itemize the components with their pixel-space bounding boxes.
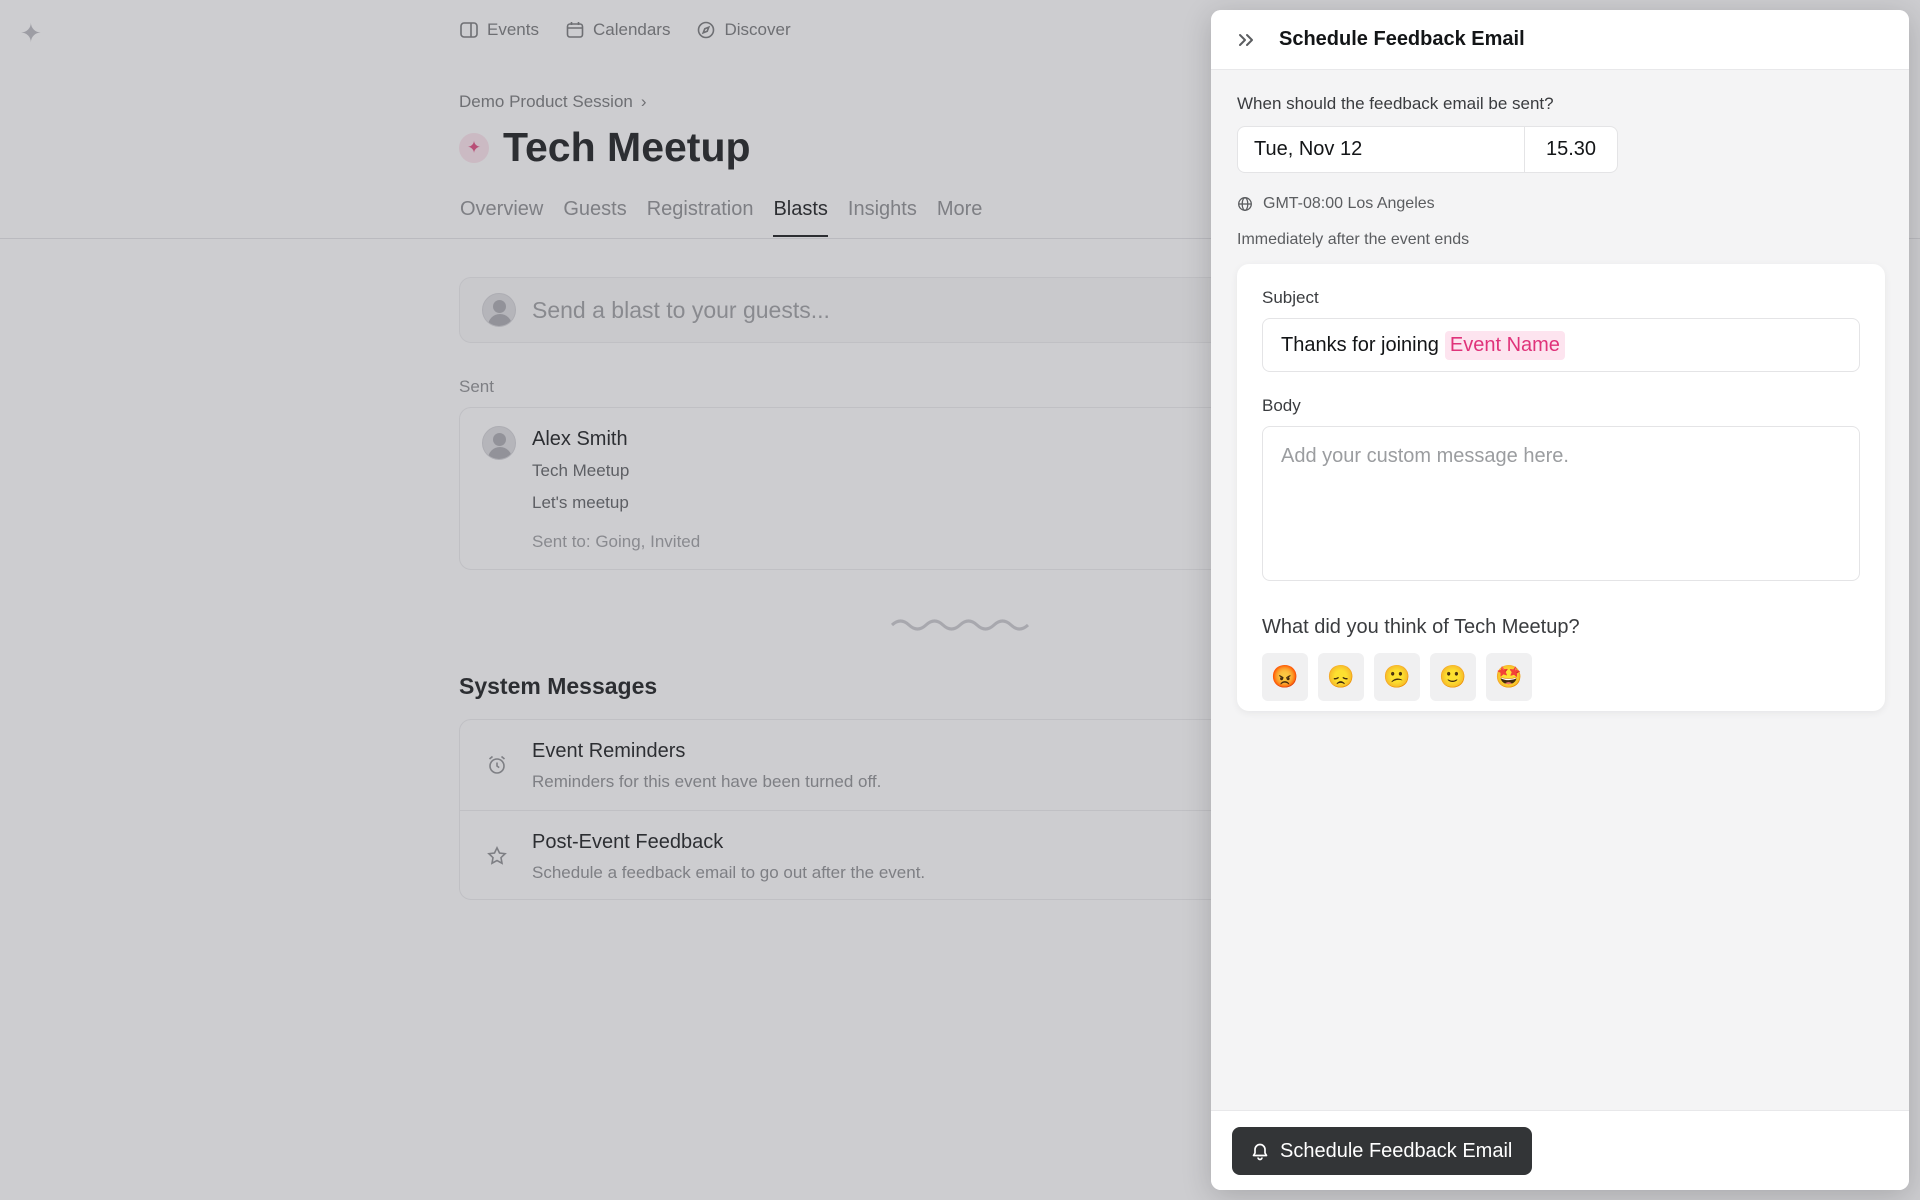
drawer-title: Schedule Feedback Email <box>1279 28 1525 50</box>
drawer-footer: Schedule Feedback Email <box>1211 1110 1909 1190</box>
body-textarea[interactable]: Add your custom message here. <box>1262 426 1860 581</box>
rating-smile-button[interactable]: 🙂 <box>1430 653 1476 701</box>
schedule-feedback-email-button[interactable]: Schedule Feedback Email <box>1232 1127 1533 1175</box>
send-datetime: Tue, Nov 12 15.30 <box>1237 126 1618 173</box>
send-timing-note: Immediately after the event ends <box>1237 231 1470 248</box>
send-time-label: When should the feedback email be sent? <box>1237 94 1554 113</box>
subject-text: Thanks for joining <box>1281 333 1439 356</box>
subject-label: Subject <box>1262 288 1319 307</box>
rating-angry-button[interactable]: 😡 <box>1262 653 1308 701</box>
globe-icon <box>1238 197 1252 211</box>
timezone-label: GMT-08:00 Los Angeles <box>1263 195 1435 212</box>
email-editor-card: Subject Thanks for joining Event Name Bo… <box>1237 264 1885 711</box>
subject-input[interactable]: Thanks for joining Event Name <box>1262 318 1860 372</box>
timezone-selector[interactable]: GMT-08:00 Los Angeles <box>1237 195 1435 213</box>
bell-icon <box>1252 1143 1268 1161</box>
schedule-button-label: Schedule Feedback Email <box>1280 1139 1513 1162</box>
rating-star-struck-button[interactable]: 🤩 <box>1486 653 1532 701</box>
date-picker[interactable]: Tue, Nov 12 <box>1237 126 1525 173</box>
double-chevron-right-icon <box>1239 33 1253 46</box>
schedule-feedback-drawer: Schedule Feedback Email When should the … <box>1211 10 1909 1190</box>
drawer-header: Schedule Feedback Email <box>1211 10 1909 70</box>
event-name-token[interactable]: Event Name <box>1444 330 1565 360</box>
body-label: Body <box>1262 396 1301 415</box>
body-placeholder: Add your custom message here. <box>1281 445 1569 467</box>
rating-question: What did you think of Tech Meetup? <box>1262 616 1580 638</box>
time-picker[interactable]: 15.30 <box>1525 126 1618 173</box>
rating-sad-button[interactable]: 😞 <box>1318 653 1364 701</box>
rating-confused-button[interactable]: 😕 <box>1374 653 1420 701</box>
rating-options: 😡 😞 😕 🙂 🤩 <box>1262 653 1532 701</box>
collapse-drawer-button[interactable] <box>1233 27 1259 53</box>
